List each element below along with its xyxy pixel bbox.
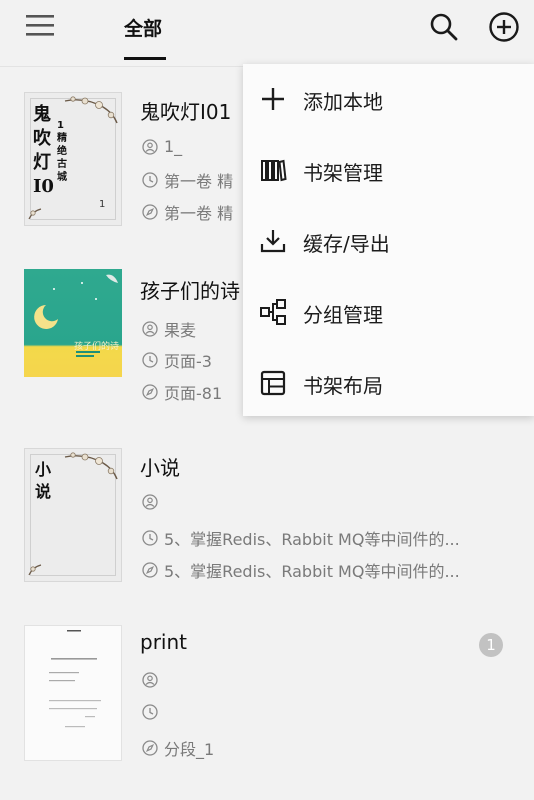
latest-line: 页面-81: [142, 380, 222, 404]
book-latest: 5、掌握Redis、Rabbit MQ等中间件的...: [164, 562, 460, 581]
cover-title: 小说: [35, 460, 52, 501]
book-title: 孩子们的诗: [140, 279, 240, 303]
menu-item-label: 分组管理: [303, 303, 383, 327]
latest-line: 分段_1: [142, 736, 214, 760]
add-button[interactable]: [487, 10, 521, 44]
progress-line: [142, 704, 164, 720]
menu-item-cache-export[interactable]: 缓存/导出: [243, 206, 534, 276]
book-title: 小说: [140, 456, 180, 480]
download-icon: [260, 230, 286, 253]
person-icon: [142, 494, 158, 510]
menu-item-add-local[interactable]: 添加本地: [243, 64, 534, 134]
person-icon: [142, 672, 158, 688]
latest-line: 第一卷 精: [142, 200, 233, 224]
tab-indicator: [124, 57, 166, 60]
menu-icon: [26, 15, 54, 36]
book-title: 鬼吹灯I01: [140, 100, 232, 124]
document-preview-icon: [49, 630, 101, 728]
compass-icon: [142, 562, 158, 578]
book-latest: 第一卷 精: [164, 204, 234, 223]
book-item[interactable]: print 1 分段_1: [0, 616, 534, 776]
book-latest: 页面-81: [164, 384, 223, 403]
book-progress: 第一卷 精: [164, 172, 234, 191]
menu-item-bookshelf-layout[interactable]: 书架布局: [243, 348, 534, 418]
author-line: 果麦: [142, 317, 196, 341]
book-author: 果麦: [164, 321, 197, 340]
person-icon: [142, 138, 158, 155]
top-bar: 全部: [0, 0, 534, 66]
clock-icon: [142, 704, 158, 720]
progress-line: 5、掌握Redis、Rabbit MQ等中间件的...: [142, 526, 460, 550]
menu-item-bookshelf-manage[interactable]: 书架管理: [243, 135, 534, 205]
bookshelf-icon: [261, 159, 287, 182]
person-icon: [142, 321, 158, 337]
compass-icon: [142, 740, 158, 756]
progress-line: 页面-3: [142, 348, 212, 372]
add-circle-icon: [489, 12, 519, 42]
clock-icon: [142, 172, 158, 188]
plus-icon: [262, 88, 284, 110]
menu-item-group-manage[interactable]: 分组管理: [243, 277, 534, 347]
book-cover: [24, 625, 122, 761]
book-title: print: [140, 630, 187, 654]
book-progress: 5、掌握Redis、Rabbit MQ等中间件的...: [164, 530, 460, 549]
book-latest: 分段_1: [164, 740, 215, 759]
clock-icon: [142, 530, 158, 546]
book-progress: 页面-3: [164, 352, 212, 371]
book-cover: 鬼吹灯I0 1精绝古城 1: [24, 92, 122, 226]
tab-all[interactable]: 全部: [124, 14, 162, 41]
book-cover: 孩子们的诗: [24, 269, 122, 377]
menu-item-label: 书架管理: [303, 161, 383, 185]
group-icon: [260, 299, 286, 325]
search-button[interactable]: [428, 11, 460, 43]
search-icon: [430, 13, 458, 41]
menu-item-label: 缓存/导出: [303, 232, 390, 256]
layout-icon: [260, 370, 286, 396]
latest-line: 5、掌握Redis、Rabbit MQ等中间件的...: [142, 558, 460, 582]
menu-item-label: 书架布局: [303, 374, 383, 398]
author-line: [142, 672, 164, 688]
author-line: [142, 494, 164, 510]
moon-icon: [34, 274, 118, 357]
menu-item-label: 添加本地: [303, 90, 383, 114]
progress-line: 第一卷 精: [142, 168, 233, 192]
clock-icon: [142, 352, 158, 368]
book-cover: 小说: [24, 448, 122, 582]
book-author: 1_: [164, 137, 183, 156]
menu-button[interactable]: [24, 12, 58, 40]
cover-number: 1: [99, 199, 106, 210]
book-item[interactable]: 小说 小说 5、掌握Redis、Rabbit MQ等中间件的... 5、掌握Re…: [0, 438, 534, 598]
unread-count-badge: 1: [479, 633, 503, 657]
compass-icon: [142, 384, 158, 400]
add-menu-dropdown: 添加本地 书架管理 缓存/导出 分组管理 书架布局: [243, 64, 534, 416]
cover-caption: 孩子们的诗: [74, 342, 120, 352]
compass-icon: [142, 204, 158, 220]
author-line: 1_: [142, 137, 182, 156]
cover-title: 鬼吹灯I0: [33, 104, 54, 197]
cover-subtitle: 1精绝古城: [57, 120, 67, 183]
